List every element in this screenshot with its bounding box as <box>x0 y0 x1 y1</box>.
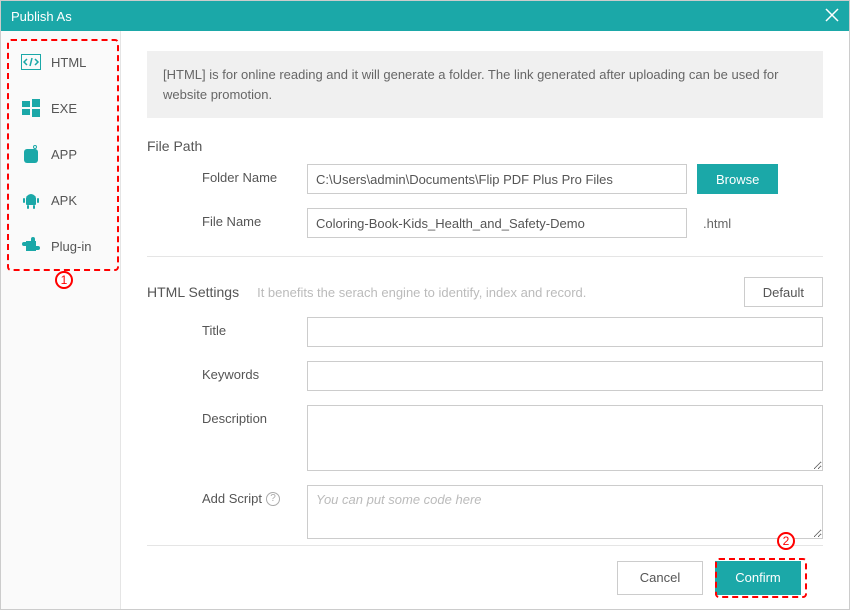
description-input[interactable] <box>307 405 823 471</box>
sidebar-item-label: EXE <box>51 101 77 116</box>
addscript-row: Add Script ? <box>147 485 823 539</box>
addscript-label: Add Script ? <box>147 485 307 506</box>
sidebar: HTML EXE APP APK <box>1 31 121 609</box>
folder-name-row: Folder Name Browse <box>147 164 823 194</box>
sidebar-item-label: HTML <box>51 55 86 70</box>
sidebar-item-exe[interactable]: EXE <box>1 85 120 131</box>
confirm-button[interactable]: Confirm <box>715 561 801 595</box>
sidebar-item-plugin[interactable]: Plug-in <box>1 223 120 269</box>
sidebar-item-app[interactable]: APP <box>1 131 120 177</box>
sidebar-item-label: APP <box>51 147 77 162</box>
sidebar-item-label: APK <box>51 193 77 208</box>
titlebar: Publish As <box>1 1 849 31</box>
folder-name-input[interactable] <box>307 164 687 194</box>
scroll-body: [HTML] is for online reading and it will… <box>147 51 823 545</box>
android-icon <box>21 190 41 210</box>
help-icon[interactable]: ? <box>266 492 280 506</box>
close-icon[interactable] <box>825 6 839 27</box>
html-icon <box>21 52 41 72</box>
filepath-header-row: File Path <box>147 138 823 154</box>
browse-button[interactable]: Browse <box>697 164 778 194</box>
sidebar-item-apk[interactable]: APK <box>1 177 120 223</box>
description-label: Description <box>147 405 307 426</box>
file-suffix: .html <box>703 216 731 231</box>
title-row: Title <box>147 317 823 347</box>
footer: Cancel Confirm 2 <box>147 545 823 609</box>
windows-icon <box>21 98 41 118</box>
folder-name-label: Folder Name <box>147 164 307 185</box>
cancel-button[interactable]: Cancel <box>617 561 703 595</box>
keywords-row: Keywords <box>147 361 823 391</box>
htmlsettings-note: It benefits the serach engine to identif… <box>257 285 744 300</box>
title-input[interactable] <box>307 317 823 347</box>
publish-as-window: Publish As HTML EXE APP <box>0 0 850 610</box>
apple-icon <box>21 144 41 164</box>
addscript-label-text: Add Script <box>202 491 262 506</box>
htmlsettings-header: HTML Settings <box>147 284 239 300</box>
sidebar-item-label: Plug-in <box>51 239 91 254</box>
main-panel: [HTML] is for online reading and it will… <box>121 31 849 609</box>
addscript-input[interactable] <box>307 485 823 539</box>
annotation-number-1: 1 <box>55 271 73 289</box>
file-name-input[interactable] <box>307 208 687 238</box>
filepath-header: File Path <box>147 138 202 154</box>
plugin-icon <box>21 236 41 256</box>
annotation-number-2: 2 <box>777 532 795 550</box>
title-label: Title <box>147 317 307 338</box>
content-area: HTML EXE APP APK <box>1 31 849 609</box>
divider <box>147 256 823 257</box>
file-name-row: File Name .html <box>147 208 823 238</box>
keywords-label: Keywords <box>147 361 307 382</box>
window-title: Publish As <box>11 9 72 24</box>
sidebar-item-html[interactable]: HTML <box>1 39 120 85</box>
description-row: Description <box>147 405 823 471</box>
file-name-label: File Name <box>147 208 307 229</box>
keywords-input[interactable] <box>307 361 823 391</box>
htmlsettings-header-row: HTML Settings It benefits the serach eng… <box>147 277 823 307</box>
info-box: [HTML] is for online reading and it will… <box>147 51 823 118</box>
default-button[interactable]: Default <box>744 277 823 307</box>
